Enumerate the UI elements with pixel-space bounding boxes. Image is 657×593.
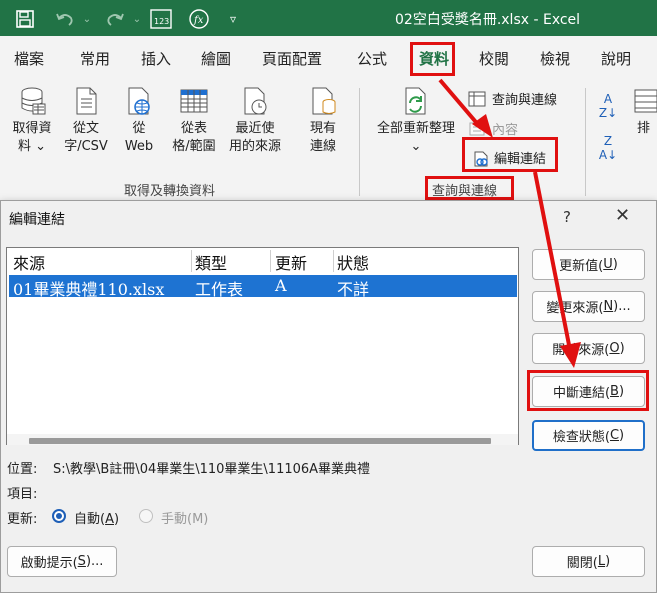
arrowhead-break-link xyxy=(560,342,581,368)
arrowhead-edit-links xyxy=(472,114,493,138)
arrow-to-edit-links xyxy=(438,78,483,130)
arrow-to-break-link xyxy=(533,171,572,351)
annotation-arrows xyxy=(438,78,581,368)
